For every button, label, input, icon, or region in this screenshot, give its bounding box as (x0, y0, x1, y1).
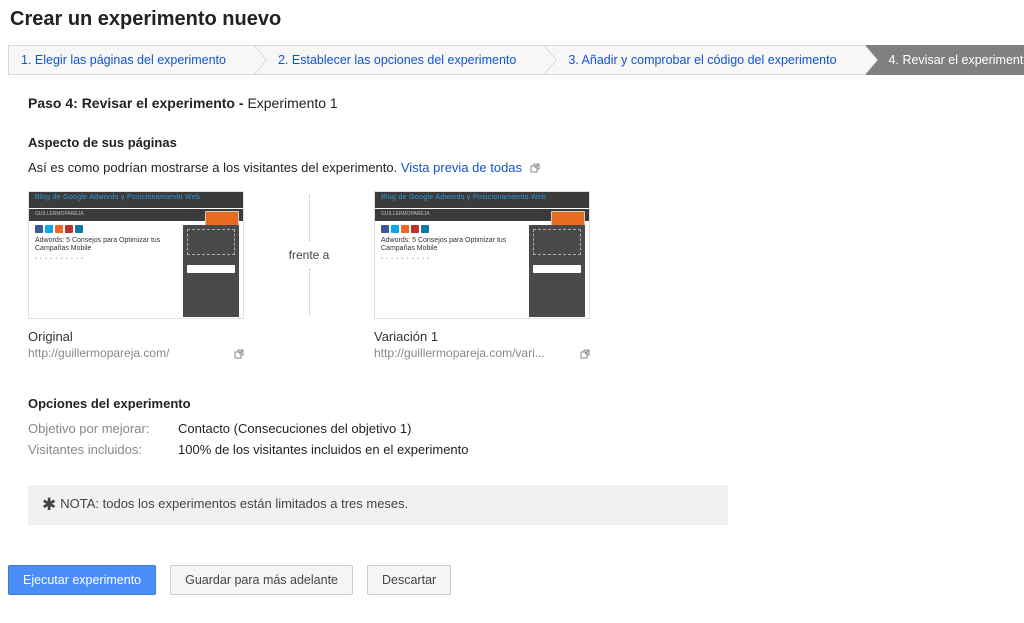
mock-site-title: Blog de Google Adwords y Posicionamiento… (35, 194, 200, 201)
mock-site-sub: GUILLERMOPAREJA (381, 211, 430, 217)
options-heading: Opciones del experimento (28, 396, 1016, 411)
experiment-name: Experimento 1 (247, 95, 337, 111)
page-previews: Blog de Google Adwords y Posicionamiento… (28, 191, 1016, 360)
external-link-icon (530, 161, 540, 171)
wizard-step-2[interactable]: 2. Establecer las opciones del experimen… (255, 45, 545, 75)
mock-dots: • • • • • • • • • • (381, 256, 523, 262)
preview-url-variation-1: http://guillermopareja.com/vari... (374, 346, 545, 360)
option-value-goal: Contacto (Consecuciones del objetivo 1) (178, 421, 411, 436)
step-title-bold: Paso 4: Revisar el experimento - (28, 95, 247, 111)
mock-article-title: Adwords: 5 Consejos para Optimizar tus C… (35, 237, 177, 253)
run-experiment-button[interactable]: Ejecutar experimento (8, 565, 156, 595)
mock-sidebar (183, 225, 239, 317)
mock-site-title: Blog de Google Adwords y Posicionamiento… (381, 194, 546, 201)
preview-label-original: Original (28, 329, 244, 344)
open-variation-1-icon[interactable] (580, 348, 590, 358)
mock-social-icons (35, 225, 177, 233)
mock-article-title: Adwords: 5 Consejos para Optimizar tus C… (381, 237, 523, 253)
preview-card-variation-1: Blog de Google Adwords y Posicionamiento… (374, 191, 590, 360)
preview-thumb-original[interactable]: Blog de Google Adwords y Posicionamiento… (28, 191, 244, 319)
asterisk-icon: ✱ (42, 495, 56, 514)
option-value-visitors: 100% de los visitantes incluidos en el e… (178, 442, 469, 457)
mock-sidebar (529, 225, 585, 317)
note-text: NOTA: todos los experimentos están limit… (60, 496, 408, 511)
versus-label: frente a (244, 191, 374, 319)
preview-label-variation-1: Variación 1 (374, 329, 590, 344)
wizard-step-4: 4. Revisar el experimento (866, 45, 1024, 75)
wizard-step-3[interactable]: 3. Añadir y comprobar el código del expe… (545, 45, 865, 75)
save-later-button[interactable]: Guardar para más adelante (170, 565, 353, 595)
experiment-options: Opciones del experimento Objetivo por me… (28, 396, 1016, 457)
mock-dots: • • • • • • • • • • (35, 256, 177, 262)
discard-button[interactable]: Descartar (367, 565, 451, 595)
step-title: Paso 4: Revisar el experimento - Experim… (28, 95, 1016, 111)
appearance-intro: Así es como podrían mostrarse a los visi… (28, 160, 1016, 175)
option-label-goal: Objetivo por mejorar: (28, 421, 178, 436)
mock-site-sub: GUILLERMOPAREJA (35, 211, 84, 217)
wizard-steps: 1. Elegir las páginas del experimento 2.… (8, 45, 1016, 75)
preview-card-original: Blog de Google Adwords y Posicionamiento… (28, 191, 244, 360)
open-original-icon[interactable] (234, 348, 244, 358)
preview-url-original: http://guillermopareja.com/ (28, 346, 169, 360)
appearance-heading: Aspecto de sus páginas (28, 135, 1016, 150)
preview-all-link[interactable]: Vista previa de todas (401, 160, 522, 175)
appearance-intro-text: Así es como podrían mostrarse a los visi… (28, 160, 397, 175)
wizard-step-1[interactable]: 1. Elegir las páginas del experimento (8, 45, 255, 75)
duration-note: ✱ NOTA: todos los experimentos están limi… (28, 485, 728, 525)
option-label-visitors: Visitantes incluidos: (28, 442, 178, 457)
page-title: Crear un experimento nuevo (10, 8, 1016, 31)
action-buttons: Ejecutar experimento Guardar para más ad… (8, 565, 1016, 595)
mock-social-icons (381, 225, 523, 233)
preview-thumb-variation-1[interactable]: Blog de Google Adwords y Posicionamiento… (374, 191, 590, 319)
